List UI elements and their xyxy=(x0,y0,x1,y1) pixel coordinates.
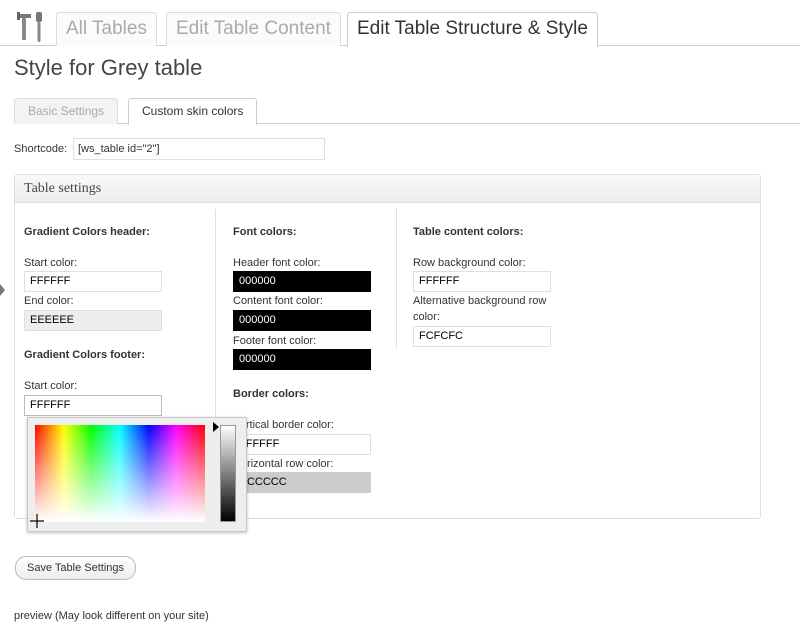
shortcode-input[interactable]: [ws_table id="2"] xyxy=(73,138,325,160)
column-divider xyxy=(396,209,397,349)
table-settings-header xyxy=(15,175,760,203)
header-font-color-input[interactable]: 000000 xyxy=(233,271,371,292)
crosshair-icon[interactable] xyxy=(30,514,44,528)
vertical-border-color-input[interactable]: FFFFFF xyxy=(233,434,371,455)
tab-edit-table-structure-style[interactable]: Edit Table Structure & Style xyxy=(347,12,598,47)
header-end-color-input[interactable]: EEEEEE xyxy=(24,310,162,331)
font-colors-heading: Font colors: xyxy=(233,226,297,238)
page-title: Style for Grey table xyxy=(14,55,203,80)
header-end-color-label: End color: xyxy=(24,295,74,307)
header-start-color-label: Start color: xyxy=(24,257,78,269)
footer-font-color-label: Footer font color: xyxy=(233,335,317,347)
horizontal-row-color-label: Horizontal row color: xyxy=(233,458,334,470)
footer-start-color-label: Start color: xyxy=(24,380,78,392)
vertical-border-color-label: Vertical border color: xyxy=(233,419,334,431)
border-colors-heading: Border colors: xyxy=(233,388,309,400)
horizontal-row-color-input[interactable]: CCCCCC xyxy=(233,472,371,493)
collapse-arrow-icon[interactable] xyxy=(0,284,5,296)
preview-label: preview (May look different on your site… xyxy=(14,610,209,622)
tab-custom-skin-colors[interactable]: Custom skin colors xyxy=(128,98,258,125)
footer-start-color-input[interactable]: FFFFFF xyxy=(24,395,162,416)
save-table-settings-button[interactable]: Save Table Settings xyxy=(15,556,137,580)
alt-background-color-label-line1: Alternative background row xyxy=(413,295,547,307)
gradient-footer-heading: Gradient Colors footer: xyxy=(24,349,146,361)
content-font-color-input[interactable]: 000000 xyxy=(233,310,371,331)
row-background-color-label: Row background color: xyxy=(413,257,526,269)
shortcode-label: Shortcode: xyxy=(14,143,68,155)
content-font-color-label: Content font color: xyxy=(233,295,323,307)
table-content-colors-heading: Table content colors: xyxy=(413,226,524,238)
row-background-color-input[interactable]: FFFFFF xyxy=(413,271,551,292)
header-start-color-input[interactable]: FFFFFF xyxy=(24,271,162,292)
footer-font-color-input[interactable]: 000000 xyxy=(233,349,371,370)
tab-all-tables[interactable]: All Tables xyxy=(56,12,157,46)
color-picker-field[interactable] xyxy=(35,425,205,522)
alt-background-color-label-line2: color: xyxy=(413,311,440,323)
gradient-header-heading: Gradient Colors header: xyxy=(24,226,150,238)
tab-edit-table-content[interactable]: Edit Table Content xyxy=(166,12,341,46)
slider-arrow-icon[interactable] xyxy=(213,422,219,432)
tools-icon xyxy=(17,12,42,42)
color-picker-brightness-slider[interactable] xyxy=(220,425,236,522)
table-settings-title: Table settings xyxy=(24,181,102,196)
alt-background-color-input[interactable]: FCFCFC xyxy=(413,326,551,347)
tab-basic-settings[interactable]: Basic Settings xyxy=(14,98,119,124)
header-font-color-label: Header font color: xyxy=(233,257,321,269)
